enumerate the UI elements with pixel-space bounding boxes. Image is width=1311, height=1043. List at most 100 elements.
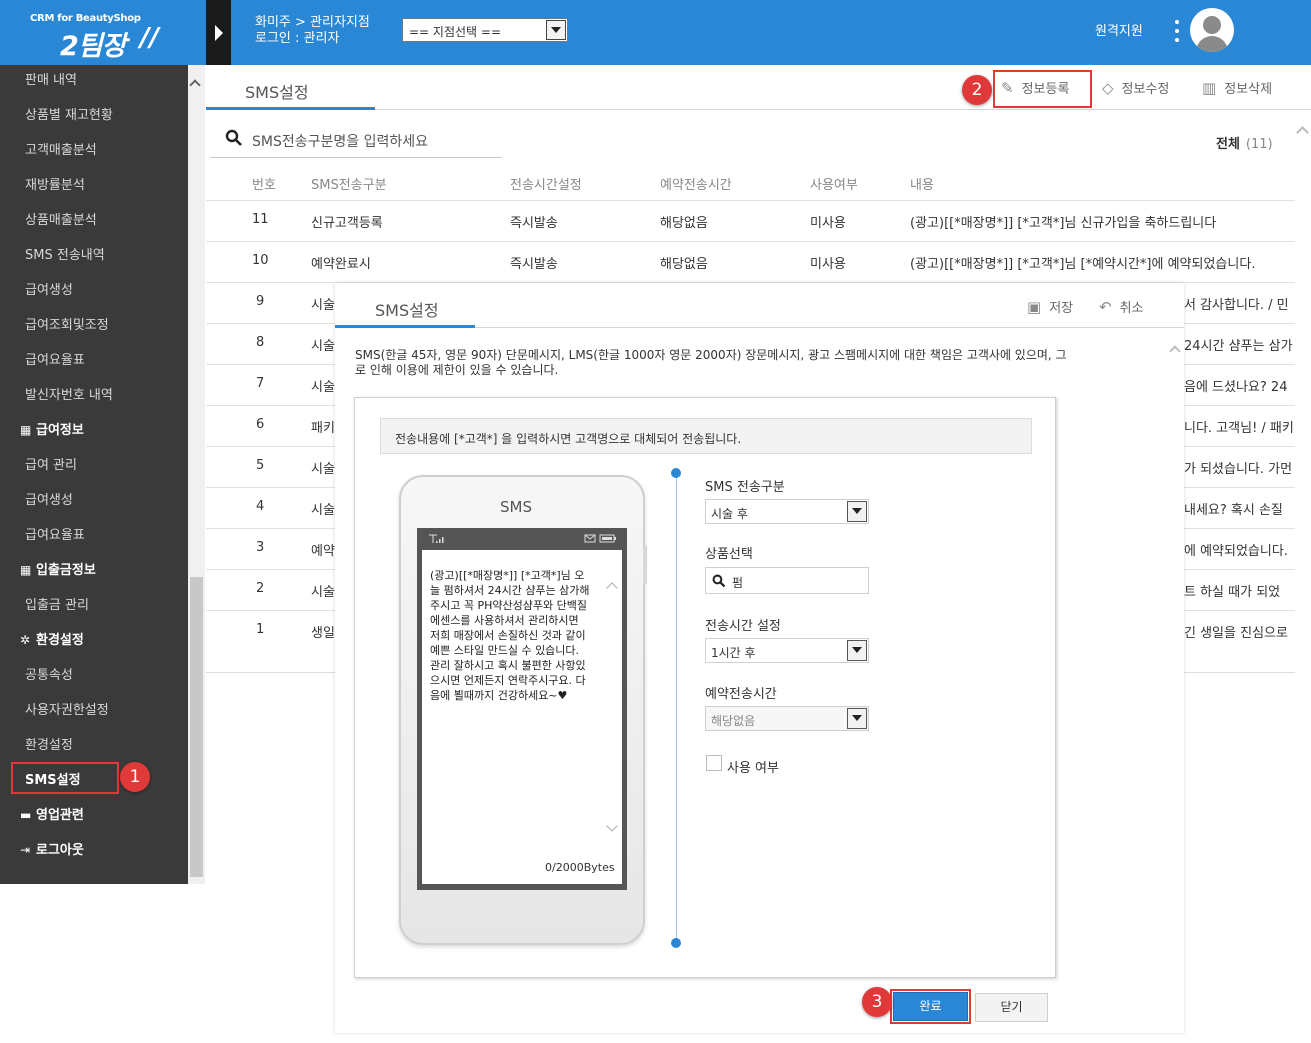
sidebar-item-payroll-create[interactable]: 급여생성 [25,279,73,298]
total-label: 전체 [1216,137,1240,152]
sidebar-item-sales-history[interactable]: 판매 내역 [25,69,77,88]
row-number: 9 [256,294,265,309]
row-use: 미사용 [810,257,846,272]
use-checkbox[interactable] [706,755,722,771]
logo-title: 2팀장 [60,31,126,62]
scrollbar-thumb[interactable] [190,577,203,877]
done-button[interactable]: 완료 [893,992,968,1021]
row-sms-type: 예약완료시 [311,257,371,272]
sms-type-value: 시술 후 [711,507,748,521]
sidebar-highlight-box [11,762,119,794]
sidebar-scrollbar[interactable] [188,65,205,884]
row-sms-type: 시술 [311,339,335,354]
sidebar-item-pay-rate[interactable]: 급여요율표 [25,349,85,368]
message-text: (광고)[[*매장명*]] [*고객*]님 오늘 펌하셔서 24시간 샴푸는 삼… [430,569,590,702]
row-content: (광고)[[*매장명*]] [*고객*]님 신규가입을 축하드립니다 [910,216,1217,231]
sidebar-group-settings[interactable]: ✲ 환경설정 [20,629,84,648]
signal-icon [429,534,444,543]
sidebar-toggle-button[interactable] [206,0,231,65]
product-search-input[interactable]: 펌 [705,567,869,594]
logo[interactable]: CRM for BeautyShop 2팀장 // [0,0,206,65]
send-time-select[interactable]: 1시간 후 [705,638,869,663]
row-content: (광고)[[*매장명*]] [*고객*]님 [*예약시간*]에 예약되었습니다. [910,257,1256,272]
sidebar-group-deposit[interactable]: ▦ 입출금정보 [20,559,96,578]
divider-line [676,473,677,943]
sidebar-item-customer-sales[interactable]: 고객매출분석 [25,139,97,158]
sidebar-item-env-settings[interactable]: 환경설정 [25,734,73,753]
row-content: 에 예약되었습니다. [1184,544,1288,559]
sidebar-item-payroll-manage[interactable]: 급여 관리 [25,454,77,473]
sidebar-logout[interactable]: ⇥ 로그아웃 [20,839,84,858]
sidebar-item-payroll-create-2[interactable]: 급여생성 [25,489,73,508]
remote-support-link[interactable]: 원격지원 [1095,20,1143,39]
row-content: 음에 드셨나요? 24 [1184,380,1288,395]
calculator-icon: ▦ [20,423,32,437]
trash-icon: ▥ [1202,79,1217,97]
login-info: 로그인 : 관리자 [255,31,340,46]
cancel-button[interactable]: ↶ 취소 [1099,297,1144,316]
sidebar-item-user-permission[interactable]: 사용자권한설정 [25,699,109,718]
table-row[interactable]: 10 예약완료시 즉시발송 해당없음 미사용 (광고)[[*매장명*]] [*고객*]님 … [206,241,1295,282]
col-sms-type: SMS전송구분 [311,178,387,193]
row-content: 가 되셨습니다. 가먼 [1184,462,1293,477]
row-content: 트 하실 때가 되었 [1184,585,1281,600]
row-send-time: 즉시발송 [510,257,558,272]
row-content: 서 감사합니다. / 민 [1184,298,1289,313]
reserve-time-select[interactable]: 해당없음 [705,706,869,731]
sidebar-group-label: 환경설정 [36,633,84,648]
avatar[interactable] [1190,8,1234,52]
row-sms-type: 예약 [311,544,335,559]
modal-tab-sms-settings[interactable]: SMS설정 [335,283,475,328]
register-button[interactable]: ✎ 정보등록 [1001,78,1069,97]
caret-right-icon [215,25,223,41]
row-sms-type: 시술 [311,298,335,313]
eraser-icon: ◇ [1102,79,1114,97]
sidebar-item-product-sales[interactable]: 상품매출분석 [25,209,97,228]
row-use: 미사용 [810,216,846,231]
sms-type-select[interactable]: 시술 후 [705,499,869,524]
row-number: 7 [256,376,265,391]
row-sms-type: 시술 [311,585,335,600]
logout-icon: ⇥ [20,843,31,857]
sidebar-item-common-attr[interactable]: 공통속성 [25,664,73,683]
row-number: 1 [256,622,265,637]
send-time-label: 전송시간 설정 [705,619,781,634]
edit-label: 정보수정 [1121,82,1170,97]
product-value: 펌 [732,576,744,590]
phone-status-bar [429,534,616,543]
sidebar-item-sms-history[interactable]: SMS 전송내역 [25,244,105,263]
row-number: 10 [252,253,269,268]
sidebar-item-sender-number[interactable]: 발신자번호 내역 [25,384,113,403]
divider-dot [671,468,681,478]
sidebar-item-revisit-rate[interactable]: 재방률분석 [25,174,85,193]
register-label: 정보등록 [1021,82,1070,97]
row-number: 4 [256,499,265,514]
row-number: 3 [256,540,265,555]
table-row[interactable]: 11 신규고객등록 즉시발송 해당없음 미사용 (광고)[[*매장명*]] [*고객*]님… [206,200,1295,241]
tab-sms-settings[interactable]: SMS설정 [206,65,375,110]
search-icon[interactable] [225,129,243,147]
sidebar-group-sales[interactable]: ▬ 영업관련 [20,804,84,823]
more-menu-icon[interactable] [1170,18,1184,44]
branch-select[interactable]: == 지점선택 == [402,18,568,42]
save-button[interactable]: ▣ 저장 [1027,297,1073,316]
col-send-time: 전송시간설정 [510,178,582,193]
scroll-up-icon[interactable] [189,79,201,91]
row-sms-type: 생일 [311,626,335,641]
row-number: 8 [256,335,265,350]
row-number: 11 [252,212,269,227]
sidebar-item-product-stock[interactable]: 상품별 재고현황 [25,104,113,123]
branch-select-value: == 지점선택 == [409,25,502,39]
search-input[interactable]: SMS전송구분명을 입력하세요 [252,131,428,151]
delete-button[interactable]: ▥ 정보삭제 [1202,78,1272,97]
close-button[interactable]: 닫기 [975,993,1048,1022]
sidebar-item-pay-rate-2[interactable]: 급여요율표 [25,524,85,543]
phone-title: SMS [500,498,532,516]
row-sms-type: 시술 [311,462,335,477]
sidebar-group-payroll[interactable]: ▦ 급여정보 [20,419,84,438]
sidebar-item-deposit-manage[interactable]: 입출금 관리 [25,594,89,613]
sidebar-item-payroll-adjust[interactable]: 급여조회및조정 [25,314,109,333]
scroll-up-icon[interactable] [1296,126,1309,139]
edit-button[interactable]: ◇ 정보수정 [1102,78,1169,97]
col-number: 번호 [252,178,276,193]
